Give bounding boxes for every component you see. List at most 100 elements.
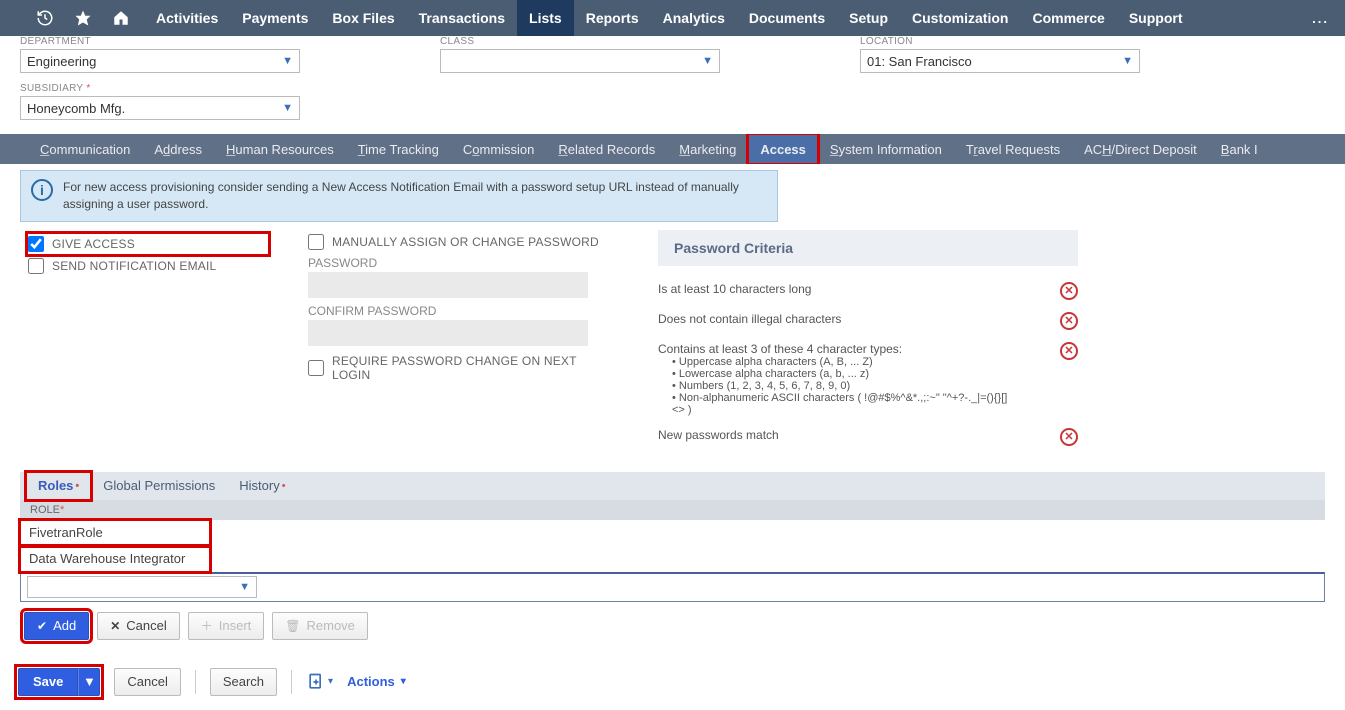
- star-icon[interactable]: [68, 3, 98, 33]
- class-dropdown[interactable]: ▼: [440, 49, 720, 73]
- department-dropdown[interactable]: Engineering ▼: [20, 49, 300, 73]
- nav-commerce[interactable]: Commerce: [1020, 0, 1116, 36]
- nav-activities[interactable]: Activities: [144, 0, 230, 36]
- search-button[interactable]: Search: [210, 668, 277, 696]
- subsidiary-dropdown[interactable]: Honeycomb Mfg. ▼: [20, 96, 300, 120]
- criteria-row: Does not contain illegal characters ✕: [658, 306, 1078, 336]
- class-label: CLASS: [440, 36, 720, 47]
- footer: Save ▼ Cancel Search ▾ Actions ▾: [0, 640, 1345, 710]
- subtab-human-resources[interactable]: Human Resources: [214, 134, 346, 164]
- give-access-label[interactable]: GIVE ACCESS: [52, 237, 135, 251]
- send-notification-checkbox[interactable]: [28, 258, 44, 274]
- subtab-ach-direct-deposit[interactable]: ACH/Direct Deposit: [1072, 134, 1209, 164]
- roles-tab-history[interactable]: History•: [227, 472, 297, 500]
- info-text: For new access provisioning consider sen…: [63, 179, 767, 213]
- nav-support[interactable]: Support: [1117, 0, 1195, 36]
- nav-transactions[interactable]: Transactions: [407, 0, 517, 36]
- nav-setup[interactable]: Setup: [837, 0, 900, 36]
- fail-icon: ✕: [1060, 282, 1078, 300]
- password-input[interactable]: [308, 272, 588, 298]
- subtab-access[interactable]: Access: [748, 134, 818, 164]
- history-icon[interactable]: [30, 3, 60, 33]
- roles-tab-roles[interactable]: Roles•: [26, 472, 91, 500]
- plus-icon: ＋: [201, 617, 213, 634]
- nav-box-files[interactable]: Box Files: [320, 0, 406, 36]
- roles-tabs: Roles• Global Permissions History•: [20, 472, 1325, 500]
- add-button[interactable]: ✔Add: [24, 612, 89, 640]
- nav-analytics[interactable]: Analytics: [651, 0, 737, 36]
- criteria-row: Is at least 10 characters long ✕: [658, 276, 1078, 306]
- fail-icon: ✕: [1060, 312, 1078, 330]
- location-label: LOCATION: [860, 36, 1140, 47]
- manually-assign-row: MANUALLY ASSIGN OR CHANGE PASSWORD: [308, 234, 618, 250]
- role-actions: ✔Add ✕Cancel ＋Insert 🗑Remove: [20, 602, 1325, 640]
- cancel-role-button[interactable]: ✕Cancel: [97, 612, 180, 640]
- role-row[interactable]: Data Warehouse Integrator: [20, 546, 210, 572]
- nav-payments[interactable]: Payments: [230, 0, 320, 36]
- actions-menu[interactable]: Actions ▾: [347, 674, 406, 689]
- save-split-button: Save ▼: [18, 668, 100, 696]
- save-button[interactable]: Save: [18, 668, 78, 696]
- dropdown-caret-icon: ▼: [1122, 55, 1133, 67]
- manually-assign-label[interactable]: MANUALLY ASSIGN OR CHANGE PASSWORD: [332, 235, 599, 249]
- check-icon: ✔: [37, 619, 47, 633]
- dropdown-caret-icon: ▼: [239, 581, 250, 593]
- subtab-time-tracking[interactable]: Time Tracking: [346, 134, 451, 164]
- trash-icon: 🗑: [285, 619, 300, 633]
- nav-more[interactable]: ...: [1296, 11, 1345, 26]
- subtab-marketing[interactable]: Marketing: [667, 134, 748, 164]
- subsidiary-label: SUBSIDIARY *: [20, 83, 300, 94]
- divider: [195, 670, 196, 694]
- attach-icon[interactable]: ▾: [306, 672, 333, 692]
- nav-reports[interactable]: Reports: [574, 0, 651, 36]
- roles-tab-global-permissions[interactable]: Global Permissions: [91, 472, 227, 500]
- role-dropdown[interactable]: ▼: [27, 576, 257, 598]
- password-label: PASSWORD: [308, 256, 618, 270]
- home-icon[interactable]: [106, 3, 136, 33]
- require-change-row: REQUIRE PASSWORD CHANGE ON NEXT LOGIN: [308, 354, 618, 382]
- fail-icon: ✕: [1060, 342, 1078, 360]
- remove-button[interactable]: 🗑Remove: [272, 612, 368, 640]
- insert-button[interactable]: ＋Insert: [188, 612, 265, 640]
- role-input-row: ▼: [20, 572, 1325, 602]
- subtab-travel-requests[interactable]: Travel Requests: [954, 134, 1072, 164]
- subtabs: Communication Address Human Resources Ti…: [0, 134, 1345, 164]
- subtab-bank[interactable]: Bank I: [1209, 134, 1270, 164]
- department-value: Engineering: [27, 54, 96, 69]
- x-icon: ✕: [110, 619, 120, 633]
- send-notification-label[interactable]: SEND NOTIFICATION EMAIL: [52, 259, 216, 273]
- nav-lists[interactable]: Lists: [517, 0, 574, 36]
- subtab-related-records[interactable]: Related Records: [546, 134, 667, 164]
- divider: [291, 670, 292, 694]
- subtab-commission[interactable]: Commission: [451, 134, 547, 164]
- role-row[interactable]: FivetranRole: [20, 520, 210, 546]
- subtab-address[interactable]: Address: [142, 134, 214, 164]
- require-change-checkbox[interactable]: [308, 360, 324, 376]
- manually-assign-checkbox[interactable]: [308, 234, 324, 250]
- require-change-label[interactable]: REQUIRE PASSWORD CHANGE ON NEXT LOGIN: [332, 354, 618, 382]
- info-icon: i: [31, 179, 53, 201]
- save-dropdown-toggle[interactable]: ▼: [78, 668, 100, 696]
- subtab-communication[interactable]: Communication: [28, 134, 142, 164]
- dropdown-caret-icon: ▼: [702, 55, 713, 67]
- send-notification-row: SEND NOTIFICATION EMAIL: [28, 258, 268, 274]
- cancel-button[interactable]: Cancel: [114, 668, 180, 696]
- top-nav: Activities Payments Box Files Transactio…: [0, 0, 1345, 36]
- location-value: 01: San Francisco: [867, 54, 972, 69]
- nav-documents[interactable]: Documents: [737, 0, 837, 36]
- department-label: DEPARTMENT: [20, 36, 300, 47]
- dropdown-caret-icon: ▼: [282, 102, 293, 114]
- subtab-system-information[interactable]: System Information: [818, 134, 954, 164]
- role-column-header: ROLE*: [20, 500, 1325, 520]
- give-access-checkbox[interactable]: [28, 236, 44, 252]
- criteria-row: Contains at least 3 of these 4 character…: [658, 336, 1078, 422]
- confirm-password-input[interactable]: [308, 320, 588, 346]
- roles-section: Roles• Global Permissions History• ROLE*…: [20, 472, 1325, 640]
- location-dropdown[interactable]: 01: San Francisco ▼: [860, 49, 1140, 73]
- password-criteria-box: Password Criteria: [658, 230, 1078, 266]
- criteria-row: New passwords match ✕: [658, 422, 1078, 452]
- nav-customization[interactable]: Customization: [900, 0, 1020, 36]
- access-panel: GIVE ACCESS SEND NOTIFICATION EMAIL MANU…: [0, 222, 1345, 452]
- confirm-password-label: CONFIRM PASSWORD: [308, 304, 618, 318]
- give-access-row: GIVE ACCESS: [28, 234, 268, 254]
